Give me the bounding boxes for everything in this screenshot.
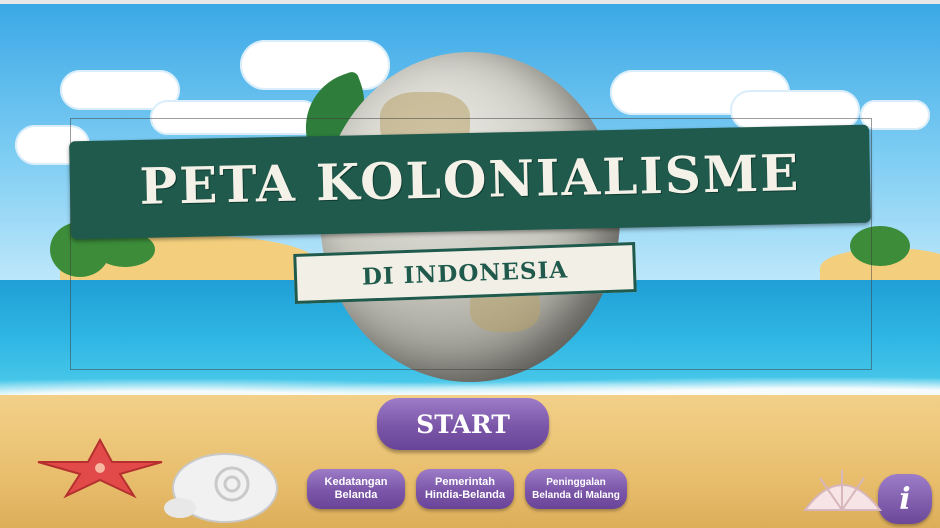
menu-button-pemerintah-hindia-belanda[interactable]: Pemerintah Hindia-Belanda [416,469,514,509]
info-icon[interactable]: i [878,474,932,524]
cloud [730,90,860,130]
seashell-icon [164,453,278,523]
game-subtitle: DI INDONESIA [361,255,569,291]
seashell-icon [803,470,883,511]
menu-button-kedatangan-belanda[interactable]: Kedatangan Belanda [307,469,405,509]
start-button[interactable]: START [377,398,549,450]
top-edge [0,0,940,4]
menu-button-peninggalan-belanda[interactable]: Peninggalan Belanda di Malang [525,469,627,509]
cloud [860,100,930,130]
game-scene: PETA KOLONIALISME DI INDONESIA START Ked… [0,0,940,528]
cloud [240,40,390,90]
cloud [150,100,320,135]
starfish-icon [37,437,163,499]
tree [850,226,910,266]
